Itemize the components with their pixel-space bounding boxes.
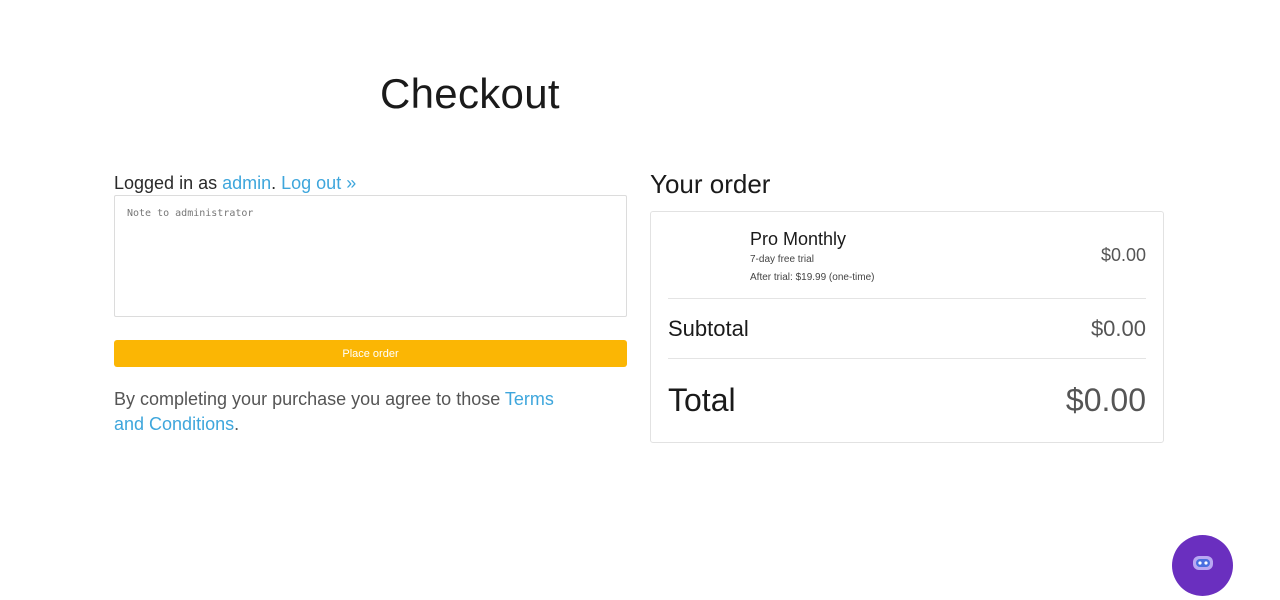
product-info: Pro Monthly 7-day free trial After trial… — [668, 226, 875, 285]
product-after-trial-note: After trial: $19.99 (one-time) — [750, 271, 875, 283]
order-line-item: Pro Monthly 7-day free trial After trial… — [668, 212, 1146, 299]
subtotal-label: Subtotal — [668, 315, 749, 341]
order-heading: Your order — [650, 169, 771, 199]
chat-bot-icon — [1192, 555, 1214, 576]
subtotal-row: Subtotal $0.00 — [668, 299, 1146, 359]
terms-suffix: . — [234, 414, 240, 434]
username-link[interactable]: admin — [222, 173, 271, 193]
terms-prefix: By completing your purchase you agree to… — [114, 389, 505, 409]
product-name: Pro Monthly — [750, 228, 847, 249]
page-title: Checkout — [380, 70, 560, 117]
note-to-administrator-field[interactable] — [114, 195, 627, 317]
terms-notice: By completing your purchase you agree to… — [114, 387, 564, 437]
total-value: $0.00 — [1065, 382, 1146, 418]
chat-launcher-button[interactable] — [1172, 535, 1233, 596]
order-summary-box: Pro Monthly 7-day free trial After trial… — [650, 211, 1164, 443]
login-separator: . — [271, 173, 282, 193]
login-status: Logged in as admin. Log out » — [114, 172, 627, 194]
checkout-form: Logged in as admin. Log out » Place orde… — [114, 172, 627, 437]
checkout-page: Checkout Logged in as admin. Log out » P… — [0, 0, 1280, 600]
total-row: Total $0.00 — [668, 359, 1146, 442]
total-label: Total — [668, 382, 736, 418]
product-trial-note: 7-day free trial — [750, 253, 814, 265]
product-price: $0.00 — [1100, 244, 1146, 265]
place-order-button[interactable]: Place order — [114, 340, 627, 367]
subtotal-value: $0.00 — [1090, 315, 1146, 341]
order-summary: Your order Pro Monthly 7-day free trial … — [650, 168, 1164, 443]
login-prefix: Logged in as — [114, 173, 223, 193]
logout-link[interactable]: Log out » — [281, 173, 356, 193]
